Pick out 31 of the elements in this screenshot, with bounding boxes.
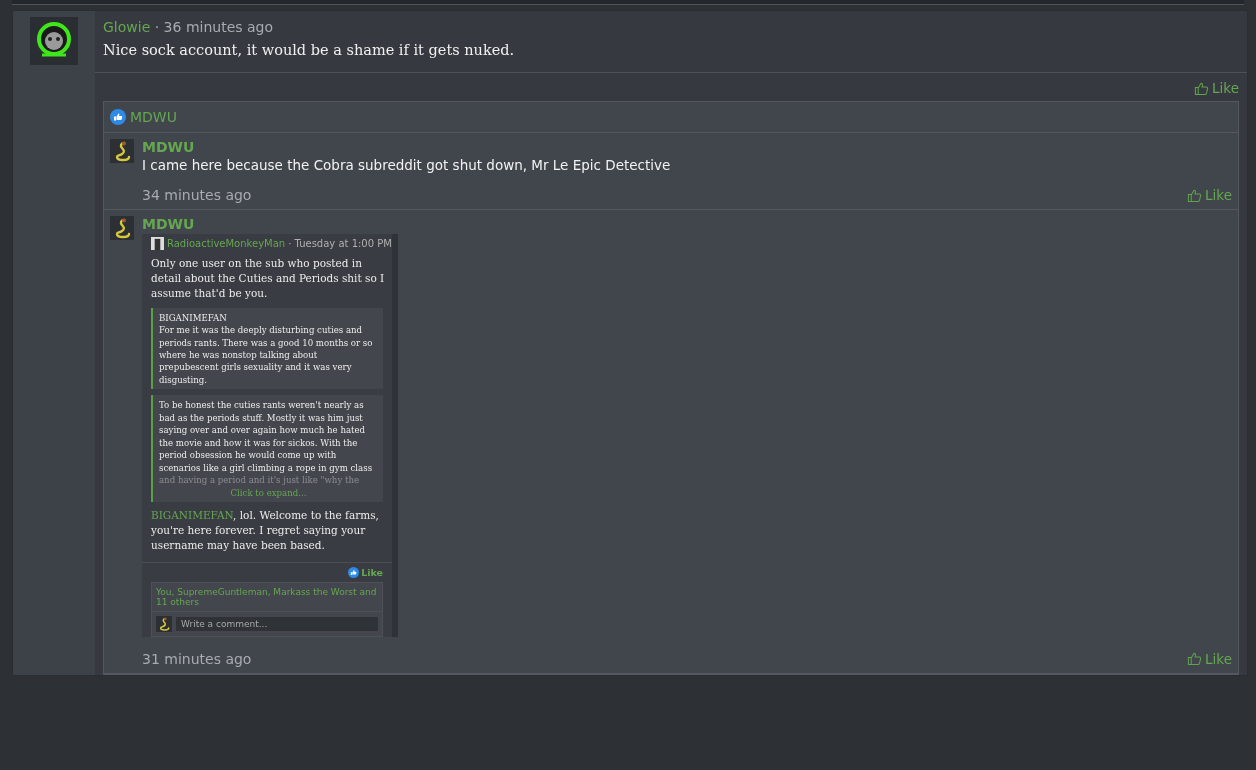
reaction-users-link[interactable]: MDWU: [130, 109, 177, 125]
avatar-icon: [30, 17, 78, 65]
snake-avatar-icon: [110, 216, 134, 240]
post-text: Nice sock account, it would be a shame if it gets nuked.: [103, 42, 516, 58]
thumbs-up-icon: [1187, 651, 1203, 667]
author-link[interactable]: Glowie: [103, 19, 151, 35]
screenshot-reply-text: BIGANIMEFAN, lol. Welcome to the farms, you're here forever. I regret saying your username may have been based.: [151, 508, 380, 554]
screenshot-reactions-text: You, SupremeGuntleman, Markass the Worst and 11 others: [152, 582, 382, 612]
screenshot-like-label: Like: [348, 566, 383, 578]
user-avatar-icon: [151, 237, 164, 250]
thumbs-up-icon: [1187, 187, 1203, 203]
comment-time: 34 minutes ago: [142, 187, 252, 203]
post-time: · 36 minutes ago: [154, 19, 274, 35]
comment-text: I came here because the Cobra subreddit got shut down, Mr Le Epic Detective: [142, 157, 672, 173]
comment-author[interactable]: MDWU: [142, 139, 1232, 155]
comment-time: 31 minutes ago: [142, 650, 252, 667]
like-button[interactable]: Like: [1194, 80, 1239, 96]
screenshot-author: RadioactiveMonkeyMan: [167, 238, 286, 249]
like-reaction-icon: [110, 109, 126, 125]
screenshot-time: · Tuesday at 1:00 PM: [288, 238, 392, 249]
comment-author[interactable]: MDWU: [142, 216, 1232, 232]
screenshot-text: Only one user on the sub who posted in detail about the Cuties and Periods shit so I assume that'd be you.: [151, 256, 386, 302]
like-button[interactable]: Like: [1187, 650, 1232, 667]
snake-avatar-icon: [110, 139, 134, 163]
quote-author: BIGANIMEFAN: [159, 311, 228, 325]
quote-text: For me it was the deeply disturbing cuties and periods rants. There was a good 10 months or so where he was nonstop talking about prepubescent girls sexuality and it was very disgusting.: [159, 324, 374, 387]
like-button[interactable]: Like: [1187, 187, 1232, 203]
thumbs-up-icon: [1194, 80, 1210, 96]
snake-avatar-icon: [156, 615, 172, 632]
like-reaction-icon: [348, 566, 360, 578]
screenshot-comment-field: Write a comment...: [176, 616, 378, 631]
